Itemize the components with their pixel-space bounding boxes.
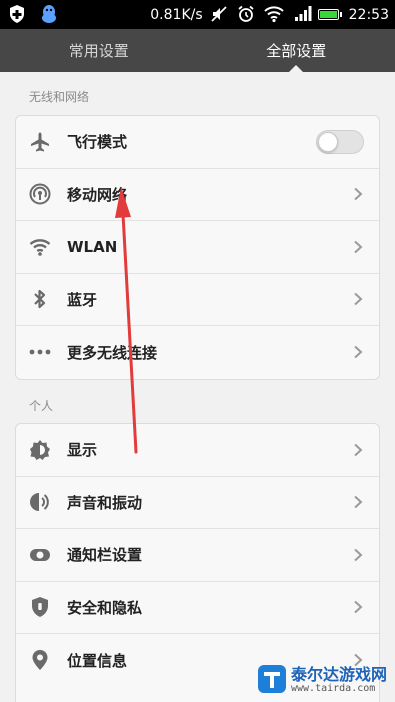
chevron-right-icon	[354, 601, 363, 614]
setting-label: 更多无线连接	[67, 343, 158, 362]
tab-all-settings[interactable]: 全部设置	[198, 29, 395, 72]
setting-row-airplane-mode[interactable]: 飞行模式	[16, 116, 379, 169]
chevron-right-icon	[354, 293, 363, 306]
shield-icon	[28, 595, 52, 619]
setting-label: 显示	[67, 441, 98, 460]
site-watermark: 泰尔达游戏网 www.tairda.com	[257, 664, 387, 698]
tab-common-settings[interactable]: 常用设置	[0, 29, 198, 72]
setting-label: 蓝牙	[67, 290, 98, 309]
chevron-right-icon	[354, 240, 363, 253]
setting-label: 通知栏设置	[67, 546, 143, 565]
tab-all-settings-label: 全部设置	[266, 42, 327, 60]
qq-penguin-icon	[40, 4, 60, 24]
wifi-icon	[28, 235, 52, 259]
watermark-name: 泰尔达游戏网	[290, 665, 387, 685]
bluetooth-icon	[28, 287, 52, 311]
watermark-logo-icon	[257, 664, 287, 698]
section-title-wireless: 无线和网络	[29, 90, 90, 104]
status-bar: 0.81K/s 22:53	[0, 0, 395, 29]
setting-row-notification-bar[interactable]: 通知栏设置	[16, 529, 379, 582]
location-pin-icon	[28, 648, 52, 672]
wifi-signal-icon	[263, 5, 284, 25]
cellular-icon	[28, 182, 52, 206]
battery-icon	[317, 9, 342, 20]
setting-row-sound-vibration[interactable]: 声音和振动	[16, 477, 379, 529]
setting-row-bluetooth[interactable]: 蓝牙	[16, 274, 379, 326]
setting-row-security-privacy[interactable]: 安全和隐私	[16, 582, 379, 634]
shield-plus-icon	[8, 4, 28, 24]
section-title-personal: 个人	[29, 399, 54, 413]
chevron-right-icon	[354, 496, 363, 509]
watermark-url: www.tairda.com	[290, 683, 376, 695]
airplane-icon	[28, 130, 52, 154]
setting-label: 安全和隐私	[67, 598, 143, 617]
sound-icon	[28, 490, 52, 514]
clock: 22:53	[348, 6, 389, 23]
network-speed: 0.81K/s	[150, 6, 203, 23]
setting-row-more-wireless[interactable]: 更多无线连接	[16, 326, 379, 379]
settings-tab-bar: 常用设置 全部设置	[0, 29, 395, 72]
brightness-icon	[28, 438, 52, 462]
setting-row-display[interactable]: 显示	[16, 424, 379, 477]
settings-group-personal: 显示 声音和振动 通知栏设置 安全和隐私 位置信息	[15, 423, 380, 702]
setting-label: WLAN	[67, 237, 118, 256]
setting-label: 位置信息	[67, 651, 128, 670]
setting-row-mobile-network[interactable]: 移动网络	[16, 169, 379, 221]
more-dots-icon	[28, 340, 52, 364]
airplane-mode-toggle[interactable]	[316, 129, 364, 154]
setting-label: 移动网络	[67, 185, 128, 204]
settings-group-wireless: 飞行模式 移动网络 WLAN 蓝牙 更多无线连接	[15, 115, 380, 380]
alarm-icon	[237, 5, 257, 25]
chevron-right-icon	[354, 443, 363, 456]
active-tab-indicator	[289, 65, 304, 72]
cell-signal-icon	[291, 5, 312, 25]
chevron-right-icon	[354, 548, 363, 561]
chevron-right-icon	[354, 188, 363, 201]
mute-icon	[210, 5, 230, 25]
setting-label: 声音和振动	[67, 493, 143, 512]
notification-toggle-icon	[28, 543, 52, 567]
chevron-right-icon	[354, 346, 363, 359]
setting-label: 飞行模式	[67, 133, 128, 152]
setting-row-wlan[interactable]: WLAN	[16, 221, 379, 274]
